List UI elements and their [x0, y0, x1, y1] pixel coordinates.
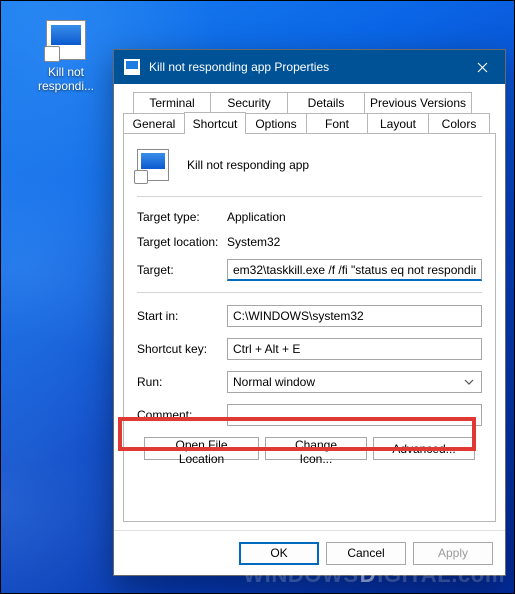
tab-security[interactable]: Security [210, 92, 288, 113]
tab-strip: Terminal Security Details Previous Versi… [123, 92, 496, 134]
label-shortcut-key: Shortcut key: [137, 342, 227, 356]
label-target-location: Target location: [137, 235, 227, 249]
divider [137, 292, 482, 293]
app-name: Kill not responding app [187, 158, 309, 172]
tab-general[interactable]: General [123, 113, 185, 134]
input-shortcut-key[interactable] [227, 338, 482, 360]
tab-colors[interactable]: Colors [428, 113, 490, 134]
desktop-shortcut[interactable]: Kill not respondi... [29, 20, 103, 94]
tab-details[interactable]: Details [287, 92, 365, 113]
close-button[interactable] [459, 50, 505, 84]
advanced-button[interactable]: Advanced... [373, 437, 475, 460]
app-icon [137, 149, 169, 181]
properties-dialog: Kill not responding app Properties Termi… [113, 49, 506, 576]
tab-panel-shortcut: Kill not responding app Target type: App… [123, 133, 496, 522]
tab-previous-versions[interactable]: Previous Versions [364, 92, 472, 113]
change-icon-button[interactable]: Change Icon... [265, 437, 367, 460]
label-target-type: Target type: [137, 210, 227, 224]
tab-options[interactable]: Options [245, 113, 307, 134]
titlebar[interactable]: Kill not responding app Properties [114, 50, 505, 84]
select-run[interactable] [227, 371, 482, 393]
dialog-body: Terminal Security Details Previous Versi… [114, 84, 505, 530]
value-target-location: System32 [227, 235, 280, 249]
tab-layout[interactable]: Layout [367, 113, 429, 134]
label-run: Run: [137, 375, 227, 389]
dialog-footer: OK Cancel Apply [114, 530, 505, 575]
titlebar-text: Kill not responding app Properties [149, 60, 459, 74]
divider [137, 196, 482, 197]
value-target-type: Application [227, 210, 286, 224]
shortcut-label: Kill not respondi... [29, 65, 103, 94]
input-comment[interactable] [227, 404, 482, 426]
tab-shortcut[interactable]: Shortcut [184, 112, 246, 134]
input-start-in[interactable] [227, 305, 482, 327]
open-file-location-button[interactable]: Open File Location [144, 437, 259, 460]
tab-terminal[interactable]: Terminal [133, 92, 211, 113]
apply-button[interactable]: Apply [413, 542, 493, 565]
tab-font[interactable]: Font [306, 113, 368, 134]
label-target: Target: [137, 263, 227, 277]
cancel-button[interactable]: Cancel [326, 542, 406, 565]
titlebar-icon [124, 59, 140, 75]
input-target[interactable] [227, 259, 482, 281]
ok-button[interactable]: OK [239, 542, 319, 565]
close-icon [477, 62, 488, 73]
shortcut-icon [46, 20, 86, 60]
label-start-in: Start in: [137, 309, 227, 323]
label-comment: Comment: [137, 408, 227, 422]
